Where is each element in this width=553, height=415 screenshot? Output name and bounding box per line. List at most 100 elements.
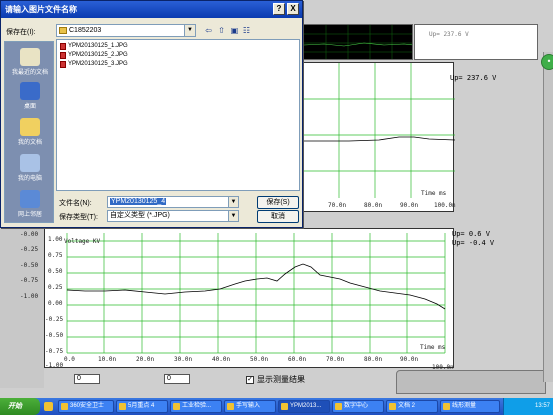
task-button[interactable]: 数字中心: [332, 400, 384, 413]
right-side-panel: [543, 52, 553, 382]
lower-scope-plot: [44, 228, 454, 368]
place-recent-label: 我最近的文档: [11, 70, 48, 76]
task-button-active[interactable]: YPM2013...: [278, 400, 330, 413]
left-y-tick: -0.00: [20, 231, 39, 238]
task-button[interactable]: 5月重点 4: [116, 400, 168, 413]
file-name: YPM20130125_1.JPG: [68, 43, 128, 49]
place-network-label: 网上邻居: [17, 212, 42, 218]
upper-x-tick: 90.0n: [400, 202, 419, 209]
task-icon: [335, 403, 342, 410]
task-icon: [119, 403, 126, 410]
lower-x-tick: 90.0n: [400, 356, 419, 363]
lower-y-tick: 0.75: [48, 252, 63, 259]
look-in-dropdown[interactable]: C1852203 ▼: [56, 24, 196, 37]
start-button[interactable]: 开始: [0, 398, 40, 415]
place-recent[interactable]: 我最近的文档: [5, 48, 55, 76]
lower-x-tick: 70.0n: [326, 356, 345, 363]
task-label: 数字中心: [344, 403, 369, 409]
lower-voltage-readout-1: Up= 0.6 V: [452, 230, 490, 238]
checkbox-mark: ✓: [246, 375, 254, 384]
expand-arrow-icon[interactable]: •: [541, 54, 553, 70]
top-scope-trace: [304, 25, 412, 59]
lower-y-tick: -1.00: [45, 362, 64, 369]
task-button[interactable]: 工业检验...: [170, 400, 222, 413]
lower-x-tick: 10.0n: [98, 356, 117, 363]
file-item[interactable]: YPM20130125_2.JPG: [60, 51, 128, 60]
place-network[interactable]: 网上邻居: [5, 190, 55, 218]
task-label: 5月重点 4: [128, 403, 155, 409]
task-label: 线形测量: [452, 403, 477, 409]
filetype-dropdown[interactable]: 自定义类型 (*.JPG) ▼: [107, 210, 239, 222]
chevron-down-icon: ▼: [184, 25, 195, 36]
lower-x-tick: 60.0n: [288, 356, 307, 363]
dialog-title-bar: 请输入图片文件名称 ? X: [1, 1, 302, 18]
place-my-documents[interactable]: 我的文档: [5, 118, 55, 146]
task-icon: [281, 403, 288, 410]
task-label: 手写输入: [236, 403, 261, 409]
chevron-down-icon[interactable]: ▼: [228, 197, 238, 207]
upper-x-tick: 70.0n: [328, 202, 347, 209]
top-readout-text: Up= 237.6 V: [429, 31, 469, 38]
left-y-tick: -1.00: [20, 293, 39, 300]
back-arrow-icon[interactable]: ⇦: [203, 25, 214, 36]
file-list[interactable]: YPM20130125_1.JPG YPM20130125_2.JPG YPM2…: [56, 39, 300, 191]
place-my-computer[interactable]: 我的电脑: [5, 154, 55, 182]
new-folder-icon[interactable]: ▣: [229, 25, 240, 36]
show-measurement-checkbox[interactable]: ✓ 显示测量结果: [246, 374, 305, 385]
lower-x-tick: 80.0n: [364, 356, 383, 363]
lower-x-tick: 20.0n: [136, 356, 155, 363]
file-name: YPM20130125_2.JPG: [68, 52, 128, 58]
jpg-file-icon: [60, 52, 66, 59]
look-in-label: 保存在(I):: [6, 29, 36, 36]
lower-x-tick: 30.0n: [174, 356, 193, 363]
view-menu-icon[interactable]: ☷: [241, 25, 252, 36]
lower-scope-grid: [66, 233, 446, 354]
my-documents-icon: [20, 118, 40, 136]
lower-y-tick: 0.00: [48, 300, 63, 307]
place-desktop[interactable]: 桌面: [5, 82, 55, 110]
taskbar: 开始 360安全卫士 5月重点 4 工业检验... 手写输入 YPM2013..…: [0, 398, 553, 415]
close-button[interactable]: X: [287, 3, 299, 15]
left-y-tick: -0.75: [20, 277, 39, 284]
places-bar: 我最近的文档 桌面 我的文档 我的电脑 网上邻居: [4, 41, 54, 223]
clock: 13:57: [534, 403, 550, 409]
jpg-file-icon: [60, 61, 66, 68]
system-tray: 13:57: [503, 398, 553, 415]
task-label: YPM2013...: [290, 403, 322, 409]
task-label: 工业检验...: [182, 403, 212, 409]
task-button[interactable]: 360安全卫士: [58, 400, 114, 413]
quicklaunch-icon[interactable]: [44, 402, 53, 411]
lower-voltage-readout-2: Up= -0.4 V: [452, 239, 495, 247]
look-in-value: C1852203: [69, 27, 102, 34]
place-my-documents-label: 我的文档: [17, 140, 42, 146]
lower-y-tick: -0.50: [45, 332, 64, 339]
filetype-label: 保存类型(T):: [59, 214, 98, 221]
task-label: 文档 2: [398, 403, 416, 409]
upper-x-tick: 80.0n: [364, 202, 383, 209]
upper-time-unit: Time ms: [421, 190, 447, 197]
my-computer-icon: [20, 154, 40, 172]
lower-plot-title: Voltage KV: [64, 238, 101, 245]
file-item[interactable]: YPM20130125_3.JPG: [60, 60, 128, 69]
task-button[interactable]: 线形测量: [440, 400, 500, 413]
offset-spinbox-1[interactable]: 0: [74, 374, 100, 384]
save-button[interactable]: 保存(S): [257, 196, 299, 209]
file-item[interactable]: YPM20130125_1.JPG: [60, 42, 128, 51]
lower-y-tick: 1.00: [48, 236, 63, 243]
filename-input[interactable]: YPM20130125_4 ▼: [107, 196, 239, 208]
lower-x-tick: 0.0: [64, 356, 75, 363]
help-button[interactable]: ?: [273, 3, 285, 15]
left-y-tick: -0.25: [20, 246, 39, 253]
task-button[interactable]: 手写输入: [224, 400, 276, 413]
lower-x-tick: 40.0n: [212, 356, 231, 363]
cancel-button[interactable]: 取消: [257, 210, 299, 223]
up-folder-icon[interactable]: ⇧: [216, 25, 227, 36]
show-measurement-label: 显示测量结果: [257, 375, 305, 384]
dialog-title: 请输入图片文件名称: [5, 5, 77, 14]
offset-spinbox-2[interactable]: 0: [164, 374, 190, 384]
recent-docs-icon: [20, 48, 40, 66]
task-button[interactable]: 文档 2: [386, 400, 438, 413]
folder-icon: [59, 27, 67, 34]
place-desktop-label: 桌面: [23, 104, 36, 110]
upper-voltage-readout: Up= 237.6 V: [450, 74, 497, 82]
